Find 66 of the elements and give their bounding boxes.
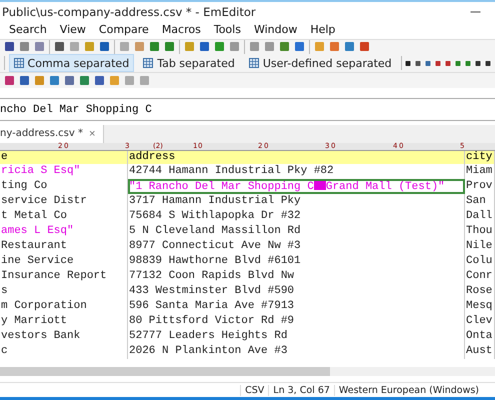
table-cell: 52777 Leaders Heights Rd <box>128 328 465 344</box>
toolbar-icon[interactable] <box>4 41 15 52</box>
table-cell: Restaurant <box>0 238 128 254</box>
table-cell: service Distr <box>0 194 128 209</box>
table-cell: m Corporation <box>0 298 128 314</box>
table-cell: ine Service <box>0 254 128 269</box>
csv-mode-button[interactable]: Comma separated <box>8 54 134 72</box>
column-header[interactable]: e <box>0 150 128 164</box>
grid-icon <box>143 58 154 68</box>
table-cell: "1 Rancho Del Mar Shopping C Grand Mall (Test)" <box>128 178 465 194</box>
table-cell: 596 Santa Maria Ave #7913 <box>128 298 465 314</box>
menu-item[interactable]: View <box>60 23 86 36</box>
table-cell: 3717 Hamann Industrial Pky <box>128 194 465 209</box>
csv-mode-button[interactable]: User-defined separated <box>244 54 397 72</box>
close-button[interactable]: × <box>88 128 96 140</box>
column-header[interactable]: address <box>128 150 465 164</box>
csv-mode-button[interactable]: Tab separated <box>138 54 240 72</box>
table-cell: Onta <box>465 328 495 344</box>
menu-item[interactable]: Macros <box>162 23 201 36</box>
menu-item[interactable]: Window <box>254 23 298 36</box>
grid-icon <box>248 58 259 68</box>
table-cell: Insurance Report <box>0 268 128 284</box>
minimize-button[interactable]: — <box>470 5 495 18</box>
table-cell: Conr <box>465 268 495 284</box>
grid-icon <box>14 58 24 68</box>
table-cell: Dall <box>465 208 495 224</box>
table-cell: 75684 S Withlapopka Dr #32 <box>128 208 465 224</box>
table-cell: San <box>465 194 495 209</box>
table-cell: 77132 Coon Rapids Blvd Nw <box>128 268 465 284</box>
line-break-mark-icon <box>314 178 326 190</box>
table-cell: ames L Esq" <box>0 224 128 239</box>
document-tab[interactable]: ny-address.csv * × <box>0 124 104 143</box>
table-cell: Colu <box>465 254 495 269</box>
table-cell: 5 N Cleveland Massillon Rd <box>128 224 465 239</box>
status-item: CSV <box>240 384 268 396</box>
table-cell: Nile <box>465 238 495 254</box>
table-cell: t Metal Co <box>0 208 128 224</box>
window-title: Public\us-company-address.csv * - EmEditor <box>2 4 256 19</box>
table-cell: ricia S Esq" <box>0 164 128 179</box>
table-cell: 80 Pittsford Victor Rd #9 <box>128 314 465 329</box>
table-cell: Miam <box>465 164 495 179</box>
table-cell: y Marriott <box>0 314 128 329</box>
table-cell: 2026 N Plankinton Ave #3 <box>128 344 465 359</box>
table-cell: Mesq <box>465 298 495 314</box>
status-item: Western European (Windows) <box>334 384 483 396</box>
table-cell: Prov <box>465 178 495 194</box>
status-item: Ln 3, Col 67 <box>268 384 334 396</box>
menu-item[interactable]: Tools <box>214 23 241 36</box>
table-cell: ting Co <box>0 178 128 194</box>
table-cell: Thou <box>465 224 495 239</box>
table-cell: Clev <box>465 314 495 329</box>
table-cell: 8977 Connecticut Ave Nw #3 <box>128 238 465 254</box>
table-cell: Rose <box>465 284 495 299</box>
menu-item[interactable]: Search <box>9 23 47 36</box>
table-cell: c <box>0 344 128 359</box>
menu-item[interactable]: Compare <box>98 23 149 36</box>
table-cell: vestors Bank <box>0 328 128 344</box>
table-cell: s <box>0 284 128 299</box>
table-cell: 98839 Hawthorne Blvd #6101 <box>128 254 465 269</box>
column-header[interactable]: city <box>465 150 495 164</box>
table-cell: 433 Westminster Blvd #590 <box>128 284 465 299</box>
toolbar-icon[interactable] <box>54 41 65 52</box>
table-cell: Aust <box>465 344 495 359</box>
horizontal-scrollbar[interactable] <box>0 366 495 376</box>
table-cell: 42744 Hamann Industrial Pky #82 <box>128 164 465 179</box>
menu-item[interactable]: Help <box>310 23 336 36</box>
